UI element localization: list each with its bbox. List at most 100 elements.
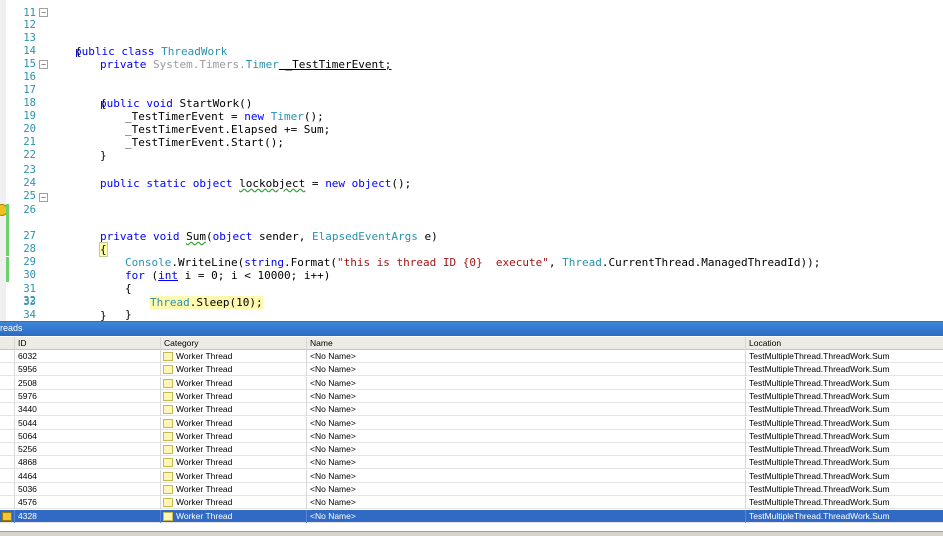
- thread-id: 5064: [14, 429, 160, 443]
- thread-id: 6032: [14, 350, 160, 363]
- column-header-category[interactable]: Category: [160, 337, 306, 350]
- change-marker: [6, 204, 9, 217]
- thread-location: TestMultipleThread.ThreadWork.Sum: [745, 416, 943, 430]
- code-line[interactable]: 27 {: [0, 204, 943, 257]
- thread-location: TestMultipleThread.ThreadWork.Sum: [745, 483, 943, 496]
- tool-window-tabs[interactable]: [0, 531, 943, 536]
- code-line[interactable]: 33 }: [0, 283, 943, 321]
- window-title-text: reads: [0, 323, 23, 333]
- thread-location: TestMultipleThread.ThreadWork.Sum: [745, 363, 943, 377]
- code-line[interactable]: 14 private System.Timers.Timer _TestTime…: [0, 32, 943, 71]
- worker-thread-icon: [163, 471, 173, 481]
- thread-category: Worker Thread: [160, 350, 306, 363]
- thread-location: TestMultipleThread.ThreadWork.Sum: [745, 509, 943, 523]
- thread-id: 5976: [14, 389, 160, 403]
- row-indicator: [0, 350, 14, 363]
- thread-location: TestMultipleThread.ThreadWork.Sum: [745, 469, 943, 483]
- code-line[interactable]: 26 − private void Sum(object sender, Ela…: [0, 191, 943, 243]
- thread-location: TestMultipleThread.ThreadWork.Sum: [745, 429, 943, 443]
- thread-id: 4868: [14, 456, 160, 470]
- worker-thread-icon: [163, 391, 173, 401]
- row-indicator: [0, 510, 14, 523]
- thread-category: Worker Thread: [160, 483, 306, 496]
- column-header-id[interactable]: ID: [14, 337, 160, 350]
- thread-id: 5956: [14, 363, 160, 377]
- code-editor[interactable]: 11 12 − public class ThreadWork 13 { 14 …: [0, 0, 943, 321]
- row-indicator: [0, 430, 14, 443]
- code-line[interactable]: 22: [0, 136, 943, 161]
- row-indicator: [0, 456, 14, 469]
- code-line[interactable]: 17 {: [0, 71, 943, 110]
- table-row[interactable]: 4576 Worker Thread <No Name> TestMultipleTh…: [0, 496, 943, 510]
- code-line[interactable]: 25: [0, 177, 943, 202]
- threads-window-title[interactable]: reads: [0, 322, 943, 336]
- current-thread-arrow-icon: [2, 511, 12, 521]
- thread-location: TestMultipleThread.ThreadWork.Sum: [745, 376, 943, 390]
- thread-location: TestMultipleThread.ThreadWork.Sum: [745, 496, 943, 510]
- worker-thread-icon: [163, 405, 173, 415]
- table-row[interactable]: 4868 Worker Thread <No Name> TestMultipleTh…: [0, 456, 943, 470]
- thread-location: TestMultipleThread.ThreadWork.Sum: [745, 443, 943, 457]
- table-row[interactable]: 5256 Worker Thread <No Name> TestMultipleTh…: [0, 443, 943, 457]
- code-line[interactable]: 12 − public class ThreadWork: [0, 6, 943, 58]
- table-row[interactable]: 5064 Worker Thread <No Name> TestMultipleTh…: [0, 429, 943, 443]
- thread-name: <No Name>: [306, 509, 745, 523]
- code-line[interactable]: 15: [0, 45, 943, 70]
- row-indicator: [0, 496, 14, 509]
- table-row[interactable]: 6032 Worker Thread <No Name> TestMultipleTh…: [0, 350, 943, 363]
- thread-id: 4576: [14, 496, 160, 510]
- thread-category-label: Worker Thread: [176, 390, 233, 401]
- collapse-icon[interactable]: −: [39, 8, 48, 17]
- thread-category: Worker Thread: [160, 416, 306, 430]
- code-line[interactable]: 30 {: [0, 243, 943, 295]
- code-line[interactable]: 18 _TestTimerEvent = new Timer();: [0, 84, 943, 123]
- code-line[interactable]: 28 Console.WriteLine(string.Format("this…: [0, 217, 943, 269]
- code-line[interactable]: 16 − public void StartWork(): [0, 58, 943, 110]
- thread-category-label: Worker Thread: [176, 510, 233, 521]
- column-header-location[interactable]: Location: [745, 337, 943, 350]
- thread-location: TestMultipleThread.ThreadWork.Sum: [745, 456, 943, 470]
- table-row[interactable]: 4464 Worker Thread <No Name> TestMultipleTh…: [0, 469, 943, 483]
- thread-id: 2508: [14, 376, 160, 390]
- table-row[interactable]: 5044 Worker Thread <No Name> TestMultipleTh…: [0, 416, 943, 430]
- table-row-selected[interactable]: 4328 Worker Thread <No Name> TestMultipleTh…: [0, 509, 943, 523]
- row-indicator: [0, 483, 14, 496]
- code-line[interactable]: 35: [0, 310, 943, 321]
- worker-thread-icon: [163, 352, 173, 361]
- collapse-icon[interactable]: −: [39, 193, 48, 202]
- thread-id: 4464: [14, 469, 160, 483]
- thread-id: 5036: [14, 483, 160, 496]
- table-row[interactable]: 5956 Worker Thread <No Name> TestMultipleTh…: [0, 363, 943, 377]
- code-line[interactable]: 24: [0, 164, 943, 189]
- column-header-name[interactable]: Name: [306, 337, 745, 350]
- code-line[interactable]: 23 public static object lockobject = new…: [0, 151, 943, 190]
- thread-category-label: Worker Thread: [176, 457, 233, 468]
- table-row[interactable]: 5976 Worker Thread <No Name> TestMultipleTh…: [0, 389, 943, 403]
- worker-thread-icon: [163, 485, 173, 494]
- thread-name: <No Name>: [306, 403, 745, 417]
- thread-category: Worker Thread: [160, 389, 306, 403]
- thread-category-label: Worker Thread: [176, 404, 233, 415]
- thread-id: 5256: [14, 443, 160, 457]
- thread-category: Worker Thread: [160, 496, 306, 510]
- thread-id: 3440: [14, 403, 160, 417]
- code-line[interactable]: 34 }: [0, 296, 943, 321]
- code-line[interactable]: 13 {: [0, 19, 943, 58]
- indicator-column-header[interactable]: [0, 337, 14, 350]
- table-row[interactable]: 2508 Worker Thread <No Name> TestMultipleTh…: [0, 376, 943, 390]
- row-indicator: [0, 390, 14, 403]
- table-row[interactable]: 5036 Worker Thread <No Name> TestMultipleTh…: [0, 483, 943, 496]
- thread-category-label: Worker Thread: [176, 377, 233, 388]
- table-row[interactable]: 3440 Worker Thread <No Name> TestMultipleTh…: [0, 403, 943, 417]
- collapse-icon[interactable]: −: [39, 60, 48, 69]
- threads-window[interactable]: reads ID Category Name Location 6032 Work…: [0, 321, 943, 536]
- worker-thread-icon: [163, 511, 173, 521]
- code-line[interactable]: 21 }: [0, 123, 943, 162]
- code-line[interactable]: 32 }: [0, 269, 943, 321]
- thread-category-label: Worker Thread: [176, 444, 233, 455]
- code-line[interactable]: 20 _TestTimerEvent.Start();: [0, 110, 943, 149]
- worker-thread-icon: [163, 378, 173, 388]
- thread-name: <No Name>: [306, 469, 745, 483]
- code-line[interactable]: 29 for (int i = 0; i < 10000; i++): [0, 230, 943, 282]
- code-line[interactable]: 19 _TestTimerEvent.Elapsed += Sum;: [0, 97, 943, 136]
